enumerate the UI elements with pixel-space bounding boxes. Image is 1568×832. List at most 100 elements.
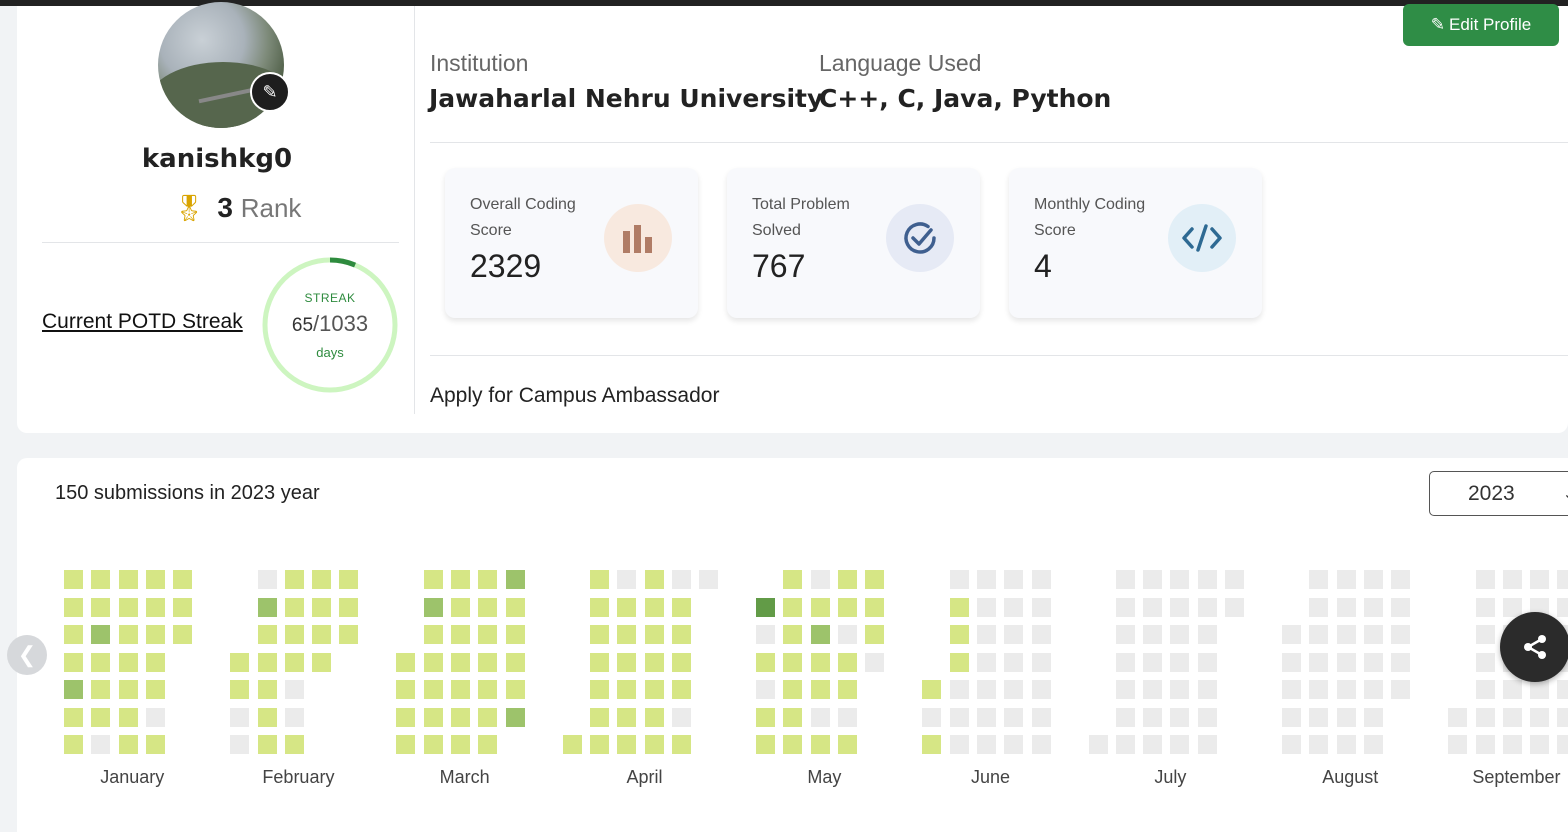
heatmap-cell[interactable] <box>1031 625 1051 644</box>
heatmap-cell[interactable] <box>922 707 942 727</box>
heatmap-cell[interactable] <box>644 570 664 589</box>
heatmap-cell[interactable] <box>1197 597 1217 617</box>
heatmap-cell[interactable] <box>1031 570 1051 589</box>
heatmap-cell[interactable] <box>451 680 470 699</box>
heatmap-cell[interactable] <box>644 680 664 699</box>
heatmap-cell[interactable] <box>257 625 277 644</box>
heatmap-cell[interactable] <box>1197 652 1217 672</box>
heatmap-cell[interactable] <box>1143 735 1163 754</box>
heatmap-cell[interactable] <box>756 680 776 699</box>
heatmap-cell[interactable] <box>783 735 803 754</box>
heatmap-cell[interactable] <box>949 735 969 754</box>
heatmap-cell[interactable] <box>1115 625 1135 644</box>
heatmap-cell[interactable] <box>1170 735 1190 754</box>
heatmap-cell[interactable] <box>589 707 609 727</box>
heatmap-cell[interactable] <box>562 735 582 754</box>
heatmap-cell[interactable] <box>976 625 996 644</box>
heatmap-cell[interactable] <box>949 707 969 727</box>
heatmap-cell[interactable] <box>118 597 138 617</box>
heatmap-cell[interactable] <box>1502 680 1522 699</box>
heatmap-cell[interactable] <box>1143 597 1163 617</box>
heatmap-cell[interactable] <box>423 707 443 727</box>
chevron-left-icon[interactable]: ❮ <box>7 635 47 675</box>
heatmap-cell[interactable] <box>1282 707 1301 727</box>
heatmap-cell[interactable] <box>451 707 470 727</box>
heatmap-cell[interactable] <box>1197 625 1217 644</box>
heatmap-cell[interactable] <box>617 680 637 699</box>
edit-profile-button[interactable]: ✎ Edit Profile <box>1403 4 1559 46</box>
heatmap-cell[interactable] <box>1031 735 1051 754</box>
heatmap-cell[interactable] <box>1391 625 1411 644</box>
heatmap-cell[interactable] <box>1530 707 1550 727</box>
heatmap-cell[interactable] <box>1557 597 1568 617</box>
heatmap-cell[interactable] <box>230 735 250 754</box>
heatmap-cell[interactable] <box>1170 652 1190 672</box>
heatmap-cell[interactable] <box>838 570 857 589</box>
heatmap-cell[interactable] <box>1197 680 1217 699</box>
heatmap-cell[interactable] <box>423 680 443 699</box>
heatmap-cell[interactable] <box>671 597 691 617</box>
heatmap-cell[interactable] <box>505 570 525 589</box>
heatmap-cell[interactable] <box>976 652 996 672</box>
heatmap-cell[interactable] <box>1170 570 1190 589</box>
heatmap-cell[interactable] <box>1143 625 1163 644</box>
heatmap-cell[interactable] <box>617 570 637 589</box>
heatmap-cell[interactable] <box>312 625 332 644</box>
heatmap-cell[interactable] <box>644 597 664 617</box>
heatmap-cell[interactable] <box>976 707 996 727</box>
heatmap-cell[interactable] <box>810 625 830 644</box>
heatmap-cell[interactable] <box>756 652 776 672</box>
heatmap-cell[interactable] <box>118 707 138 727</box>
heatmap-cell[interactable] <box>451 570 470 589</box>
heatmap-cell[interactable] <box>339 570 359 589</box>
heatmap-cell[interactable] <box>1143 707 1163 727</box>
heatmap-cell[interactable] <box>64 680 83 699</box>
heatmap-cell[interactable] <box>1475 625 1495 644</box>
heatmap-cell[interactable] <box>1448 707 1468 727</box>
heatmap-cell[interactable] <box>1031 680 1051 699</box>
heatmap-cell[interactable] <box>284 735 304 754</box>
heatmap-cell[interactable] <box>173 597 193 617</box>
heatmap-cell[interactable] <box>1475 597 1495 617</box>
heatmap-cell[interactable] <box>396 707 416 727</box>
heatmap-cell[interactable] <box>949 597 969 617</box>
heatmap-cell[interactable] <box>756 735 776 754</box>
heatmap-cell[interactable] <box>1170 625 1190 644</box>
heatmap-cell[interactable] <box>451 652 470 672</box>
heatmap-cell[interactable] <box>451 625 470 644</box>
heatmap-cell[interactable] <box>339 597 359 617</box>
heatmap-cell[interactable] <box>617 707 637 727</box>
heatmap-cell[interactable] <box>118 570 138 589</box>
heatmap-cell[interactable] <box>1309 707 1329 727</box>
heatmap-cell[interactable] <box>1336 570 1356 589</box>
heatmap-cell[interactable] <box>1170 680 1190 699</box>
heatmap-cell[interactable] <box>1225 597 1244 617</box>
heatmap-cell[interactable] <box>838 735 857 754</box>
heatmap-cell[interactable] <box>478 735 498 754</box>
heatmap-cell[interactable] <box>756 625 776 644</box>
heatmap-cell[interactable] <box>1197 735 1217 754</box>
heatmap-cell[interactable] <box>91 680 111 699</box>
heatmap-cell[interactable] <box>671 680 691 699</box>
heatmap-cell[interactable] <box>976 735 996 754</box>
heatmap-cell[interactable] <box>1004 570 1024 589</box>
heatmap-cell[interactable] <box>1502 570 1522 589</box>
heatmap-cell[interactable] <box>145 625 165 644</box>
heatmap-cell[interactable] <box>810 652 830 672</box>
heatmap-cell[interactable] <box>1336 735 1356 754</box>
heatmap-cell[interactable] <box>1282 680 1301 699</box>
heatmap-cell[interactable] <box>644 625 664 644</box>
heatmap-cell[interactable] <box>589 570 609 589</box>
heatmap-cell[interactable] <box>1363 680 1383 699</box>
heatmap-cell[interactable] <box>783 680 803 699</box>
heatmap-cell[interactable] <box>838 652 857 672</box>
heatmap-cell[interactable] <box>91 625 111 644</box>
heatmap-cell[interactable] <box>589 597 609 617</box>
heatmap-cell[interactable] <box>284 570 304 589</box>
heatmap-cell[interactable] <box>1004 735 1024 754</box>
heatmap-cell[interactable] <box>118 625 138 644</box>
heatmap-cell[interactable] <box>838 625 857 644</box>
heatmap-cell[interactable] <box>1309 625 1329 644</box>
heatmap-cell[interactable] <box>1143 570 1163 589</box>
heatmap-cell[interactable] <box>64 570 83 589</box>
